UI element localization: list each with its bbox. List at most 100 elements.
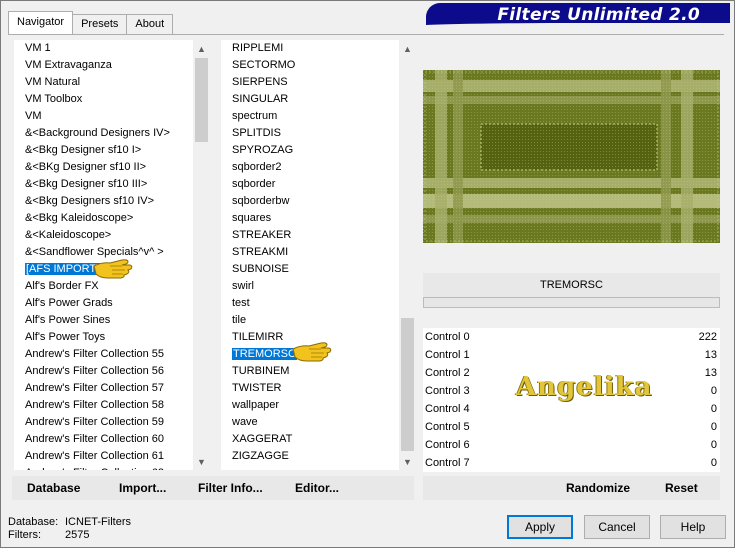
control-row[interactable]: Control 6 0 (423, 436, 720, 454)
category-item[interactable]: Andrew's Filter Collection 55 (14, 346, 193, 363)
tab-presets[interactable]: Presets (72, 14, 128, 34)
category-item-label: &<Bkg Designer sf10 III> (25, 178, 148, 190)
filter-scrollbar[interactable]: ▲ ▼ (399, 40, 416, 470)
filter-item[interactable]: ZIGZAGGE (221, 448, 399, 465)
chevron-up-icon[interactable]: ▲ (399, 40, 416, 57)
tab-about[interactable]: About (126, 14, 174, 34)
category-item[interactable]: &<Bkg Designer sf10 I> (14, 142, 193, 159)
control-row[interactable]: Control 7 0 (423, 454, 720, 472)
category-item[interactable]: VM Natural (14, 74, 193, 91)
category-item[interactable]: &<Kaleidoscope> (14, 227, 193, 244)
filter-info-button[interactable]: Filter Info... (198, 481, 263, 495)
control-label: Control 7 (425, 457, 470, 469)
chevron-up-icon[interactable]: ▲ (193, 40, 210, 57)
category-item-label: Andrew's Filter Collection 57 (25, 382, 165, 394)
cancel-button[interactable]: Cancel (584, 515, 650, 539)
filter-item[interactable]: tile (221, 312, 399, 329)
filter-item[interactable]: STREAKMI (221, 244, 399, 261)
pointing-hand-icon (93, 259, 133, 279)
filter-item[interactable]: XAGGERAT (221, 431, 399, 448)
category-item-label: Andrew's Filter Collection 55 (25, 348, 165, 360)
category-item[interactable]: Andrew's Filter Collection 62 (14, 465, 193, 470)
filter-item[interactable]: SPYROZAG (221, 142, 399, 159)
filter-item[interactable]: squares (221, 210, 399, 227)
filter-item[interactable]: sqborder2 (221, 159, 399, 176)
category-item[interactable]: Andrew's Filter Collection 61 (14, 448, 193, 465)
control-value: 0 (710, 385, 717, 397)
filter-item-label: SIERPENS (232, 76, 288, 88)
control-label: Control 3 (425, 385, 470, 397)
category-item[interactable]: Alf's Power Sines (14, 312, 193, 329)
filter-item-label: ZIGZAGGE (232, 450, 289, 462)
category-item[interactable]: VM 1 (14, 40, 193, 57)
category-item-label: Andrew's Filter Collection 58 (25, 399, 165, 411)
help-button[interactable]: Help (660, 515, 726, 539)
filter-item[interactable]: STREAKER (221, 227, 399, 244)
category-item[interactable]: &<Bkg Kaleidoscope> (14, 210, 193, 227)
filter-item[interactable]: SECTORMO (221, 57, 399, 74)
filter-item-label: sqborder (232, 178, 276, 190)
filter-item[interactable]: SINGULAR (221, 91, 399, 108)
category-item[interactable]: VM Extravaganza (14, 57, 193, 74)
category-item[interactable]: VM (14, 108, 193, 125)
filter-item[interactable]: sqborder (221, 176, 399, 193)
filter-item[interactable]: TWISTER (221, 380, 399, 397)
control-row[interactable]: Control 1 13 (423, 346, 720, 364)
control-row[interactable]: Control 4 0 (423, 400, 720, 418)
control-label: Control 6 (425, 439, 470, 451)
category-item[interactable]: Alf's Power Toys (14, 329, 193, 346)
control-row[interactable]: Control 0 222 (423, 328, 720, 346)
filter-item-label: STREAKMI (232, 246, 289, 258)
filter-item-label: wave (232, 416, 258, 428)
filter-preview (423, 70, 720, 243)
filter-item-label: spectrum (232, 110, 278, 122)
import-button[interactable]: Import... (119, 481, 166, 495)
category-item-label: [AFS IMPORT] (25, 263, 101, 275)
filter-item[interactable]: SUBNOISE (221, 261, 399, 278)
database-button[interactable]: Database (27, 481, 80, 495)
filter-item[interactable]: TURBINEM (221, 363, 399, 380)
category-item-label: VM (25, 110, 42, 122)
control-row[interactable]: Control 5 0 (423, 418, 720, 436)
category-item[interactable]: Andrew's Filter Collection 56 (14, 363, 193, 380)
category-item-label: VM Extravaganza (25, 59, 112, 71)
category-item[interactable]: &<Bkg Designer sf10 III> (14, 176, 193, 193)
category-item[interactable]: &<Bkg Designers sf10 IV> (14, 193, 193, 210)
chevron-down-icon[interactable]: ▼ (193, 453, 210, 470)
filter-item[interactable]: swirl (221, 278, 399, 295)
category-scrollbar[interactable]: ▲ ▼ (193, 40, 210, 470)
filter-item[interactable]: wallpaper (221, 397, 399, 414)
filter-item[interactable]: RIPPLEMI (221, 40, 399, 57)
chevron-down-icon[interactable]: ▼ (399, 453, 416, 470)
category-item[interactable]: &<BKg Designer sf10 II> (14, 159, 193, 176)
category-item[interactable]: Alf's Power Grads (14, 295, 193, 312)
filter-item[interactable]: sqborderbw (221, 193, 399, 210)
randomize-button[interactable]: Randomize (566, 481, 630, 495)
filter-item[interactable]: SIERPENS (221, 74, 399, 91)
filter-item[interactable]: wave (221, 414, 399, 431)
filter-item-label: TILEMIRR (232, 331, 284, 343)
reset-button[interactable]: Reset (665, 481, 698, 495)
category-item[interactable]: Andrew's Filter Collection 59 (14, 414, 193, 431)
category-item[interactable]: Andrew's Filter Collection 57 (14, 380, 193, 397)
category-item[interactable]: &<Background Designers IV> (14, 125, 193, 142)
category-item[interactable]: Alf's Border FX (14, 278, 193, 295)
category-scroll-thumb[interactable] (195, 58, 208, 142)
filter-item[interactable]: SPLITDIS (221, 125, 399, 142)
control-value: 13 (704, 367, 717, 379)
control-value: 222 (698, 331, 717, 343)
category-item-label: &<Background Designers IV> (25, 127, 170, 139)
status-database-label: Database: (8, 516, 59, 528)
category-item[interactable]: Andrew's Filter Collection 60 (14, 431, 193, 448)
filter-item[interactable]: spectrum (221, 108, 399, 125)
apply-button[interactable]: Apply (507, 515, 573, 539)
category-item[interactable]: VM Toolbox (14, 91, 193, 108)
category-item-label: Andrew's Filter Collection 62 (25, 467, 164, 470)
filter-item[interactable]: test (221, 295, 399, 312)
tab-navigator[interactable]: Navigator (8, 11, 74, 34)
filter-items: RIPPLEMI SECTORMO SIERPENS SINGULAR spectrum… (221, 40, 399, 470)
editor-button[interactable]: Editor... (295, 481, 339, 495)
category-item[interactable]: Andrew's Filter Collection 58 (14, 397, 193, 414)
filter-scroll-thumb[interactable] (401, 318, 414, 451)
filter-list[interactable]: RIPPLEMI SECTORMO SIERPENS SINGULAR spectrum… (221, 40, 416, 470)
